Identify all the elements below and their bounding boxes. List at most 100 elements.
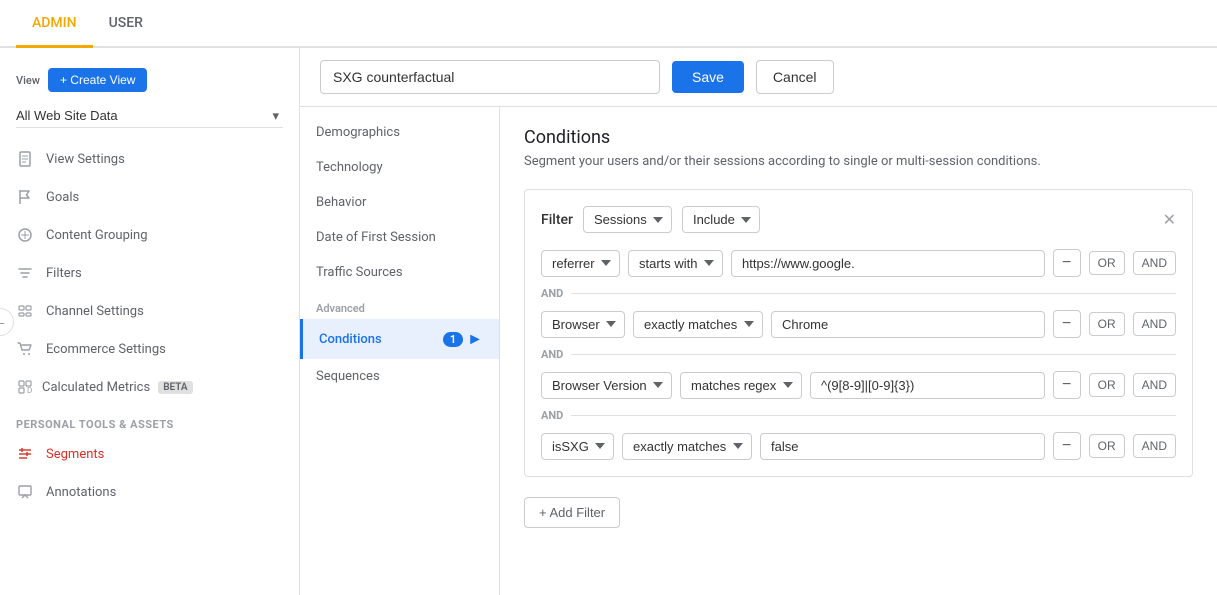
minus-button-4[interactable]: −: [1053, 432, 1081, 460]
create-view-button[interactable]: + Create View: [48, 68, 148, 92]
beta-badge: BETA: [158, 381, 192, 394]
condition-row-3: Browser Version matches regex − OR AND: [541, 371, 1176, 399]
or-button-1[interactable]: OR: [1089, 251, 1125, 275]
sidebar-item-label: Channel Settings: [46, 304, 144, 319]
or-button-3[interactable]: OR: [1089, 373, 1125, 397]
sidebar-item-label: View Settings: [46, 152, 125, 167]
value-input-1[interactable]: [731, 250, 1045, 277]
filter-close-icon[interactable]: ✕: [1163, 210, 1176, 229]
cancel-button[interactable]: Cancel: [756, 60, 834, 94]
sidebar-item-label: Filters: [46, 266, 82, 281]
value-input-4[interactable]: [760, 433, 1045, 460]
conditions-subtitle: Segment your users and/or their sessions…: [524, 154, 1193, 169]
menu-item-sequences[interactable]: Sequences: [300, 359, 499, 394]
conditions-label: Conditions: [319, 332, 382, 347]
condition-row-2: Browser exactly matches − OR AND: [541, 310, 1176, 338]
annotations-icon: [16, 483, 34, 501]
view-select[interactable]: All Web Site Data: [16, 104, 283, 128]
menu-item-behavior[interactable]: Behavior: [300, 185, 499, 220]
and-button-4[interactable]: AND: [1133, 434, 1176, 458]
view-row: View + Create View: [0, 60, 299, 100]
and-button-1[interactable]: AND: [1133, 251, 1176, 275]
sidebar-item-annotations[interactable]: Annotations: [0, 473, 299, 511]
sidebar-item-filters[interactable]: Filters: [0, 254, 299, 292]
menu-item-traffic-sources[interactable]: Traffic Sources: [300, 255, 499, 290]
and-rule-3: [571, 415, 1176, 416]
session-select[interactable]: Sessions: [583, 206, 672, 233]
field-select-3[interactable]: Browser Version: [541, 372, 672, 399]
value-input-3[interactable]: [810, 372, 1045, 399]
and-button-2[interactable]: AND: [1133, 312, 1176, 336]
sidebar-item-label: Segments: [46, 447, 104, 462]
minus-button-1[interactable]: −: [1053, 249, 1081, 277]
sidebar-nav: View Settings Goals Content Grouping: [0, 140, 299, 511]
or-button-4[interactable]: OR: [1089, 434, 1125, 458]
and-separator-1: AND: [541, 287, 1176, 300]
sidebar-item-calculated-metrics[interactable]: D Calculated Metrics BETA: [0, 368, 299, 406]
and-rule-1: [571, 293, 1176, 294]
value-input-2[interactable]: [771, 311, 1045, 338]
segments-icon: [16, 445, 34, 463]
calc-icon: D: [16, 378, 34, 396]
field-select-1[interactable]: referrer: [541, 250, 620, 277]
nav-user[interactable]: USER: [93, 0, 159, 48]
sidebar-item-goals[interactable]: Goals: [0, 178, 299, 216]
and-text-1: AND: [541, 287, 563, 300]
sidebar-item-label: Content Grouping: [46, 228, 148, 243]
svg-text:D: D: [27, 386, 32, 395]
and-rule-2: [571, 354, 1176, 355]
segment-header: Save Cancel: [300, 48, 1217, 107]
menu-item-demographics[interactable]: Demographics: [300, 115, 499, 150]
doc-icon: [16, 150, 34, 168]
conditions-badge: 1: [443, 332, 463, 347]
sidebar-item-content-grouping[interactable]: Content Grouping: [0, 216, 299, 254]
filter-label: Filter: [541, 212, 573, 228]
sidebar-item-segments[interactable]: Segments: [0, 435, 299, 473]
include-select[interactable]: Include: [682, 206, 760, 233]
cart-icon: [16, 340, 34, 358]
add-filter-button[interactable]: + Add Filter: [524, 497, 620, 528]
advanced-label: Advanced: [300, 290, 499, 319]
view-label: View: [16, 74, 40, 87]
view-select-wrapper: All Web Site Data: [16, 104, 283, 128]
sidebar: ← View + Create View All Web Site Data V…: [0, 48, 300, 595]
operator-select-4[interactable]: exactly matches: [622, 433, 752, 460]
minus-button-3[interactable]: −: [1053, 371, 1081, 399]
filter-box: Filter Sessions Include ✕ referrer: [524, 189, 1193, 477]
or-button-2[interactable]: OR: [1089, 312, 1125, 336]
and-separator-3: AND: [541, 409, 1176, 422]
sidebar-item-view-settings[interactable]: View Settings: [0, 140, 299, 178]
menu-item-conditions[interactable]: Conditions 1 ►: [300, 319, 499, 359]
content-panels: Demographics Technology Behavior Date of…: [300, 107, 1217, 595]
flag-icon: [16, 188, 34, 206]
arrow-right-icon: ►: [467, 329, 483, 349]
sidebar-item-channel-settings[interactable]: Channel Settings: [0, 292, 299, 330]
minus-button-2[interactable]: −: [1053, 310, 1081, 338]
personal-tools-label: PERSONAL TOOLS & ASSETS: [0, 406, 299, 435]
right-panel: Conditions Segment your users and/or the…: [500, 107, 1217, 595]
condition-row-4: isSXG exactly matches − OR AND: [541, 432, 1176, 460]
operator-select-3[interactable]: matches regex: [680, 372, 802, 399]
sidebar-item-ecommerce-settings[interactable]: Ecommerce Settings: [0, 330, 299, 368]
field-select-4[interactable]: isSXG: [541, 433, 614, 460]
content-icon: [16, 226, 34, 244]
menu-item-date-first-session[interactable]: Date of First Session: [300, 220, 499, 255]
menu-item-technology[interactable]: Technology: [300, 150, 499, 185]
and-text-2: AND: [541, 348, 563, 361]
and-separator-2: AND: [541, 348, 1176, 361]
conditions-title: Conditions: [524, 127, 1193, 148]
condition-row-1: referrer starts with − OR AND: [541, 249, 1176, 277]
sidebar-item-label: Calculated Metrics: [42, 380, 150, 395]
sidebar-item-label: Ecommerce Settings: [46, 342, 166, 357]
channel-icon: [16, 302, 34, 320]
and-button-3[interactable]: AND: [1133, 373, 1176, 397]
content-area: Save Cancel Demographics Technology Beha…: [300, 48, 1217, 595]
operator-select-2[interactable]: exactly matches: [633, 311, 763, 338]
filter-icon: [16, 264, 34, 282]
nav-admin[interactable]: ADMIN: [16, 0, 93, 48]
operator-select-1[interactable]: starts with: [628, 250, 723, 277]
save-button[interactable]: Save: [672, 61, 744, 93]
segment-name-input[interactable]: [320, 60, 660, 94]
left-menu: Demographics Technology Behavior Date of…: [300, 107, 500, 595]
field-select-2[interactable]: Browser: [541, 311, 625, 338]
